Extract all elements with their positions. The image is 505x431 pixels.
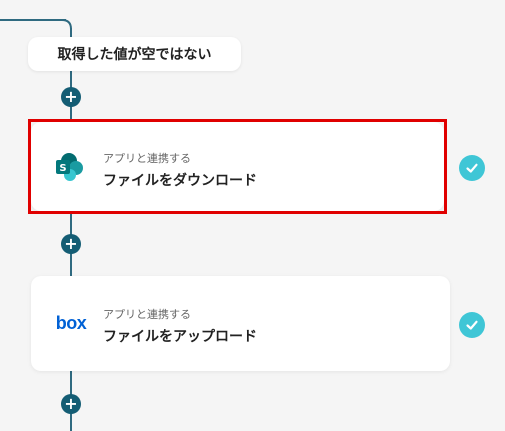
condition-label-text: 取得した値が空ではない <box>57 47 212 63</box>
box-logo: box <box>53 313 89 334</box>
step-title: ファイルをアップロード <box>103 329 257 345</box>
step-subtitle: アプリと連携する <box>103 152 191 165</box>
step-card-download[interactable]: S アプリと連携する ファイルをダウンロード <box>31 122 444 211</box>
add-step-button-1[interactable]: + <box>61 87 81 107</box>
plus-icon: + <box>64 87 78 106</box>
check-icon <box>459 312 485 338</box>
box-logo-text: box <box>55 313 87 333</box>
svg-text:S: S <box>59 163 66 174</box>
add-step-button-3[interactable]: + <box>61 394 81 414</box>
step-card-upload[interactable]: box アプリと連携する ファイルをアップロード <box>31 276 450 371</box>
step-title: ファイルをダウンロード <box>103 173 257 189</box>
step-subtitle: アプリと連携する <box>103 308 191 321</box>
check-icon <box>459 155 485 181</box>
add-step-button-2[interactable]: + <box>61 234 81 254</box>
plus-icon: + <box>64 234 78 253</box>
condition-label[interactable]: 取得した値が空ではない <box>28 37 241 71</box>
plus-icon: + <box>64 394 78 413</box>
connector-top-horizontal <box>0 19 66 21</box>
sharepoint-icon: S <box>56 152 83 181</box>
